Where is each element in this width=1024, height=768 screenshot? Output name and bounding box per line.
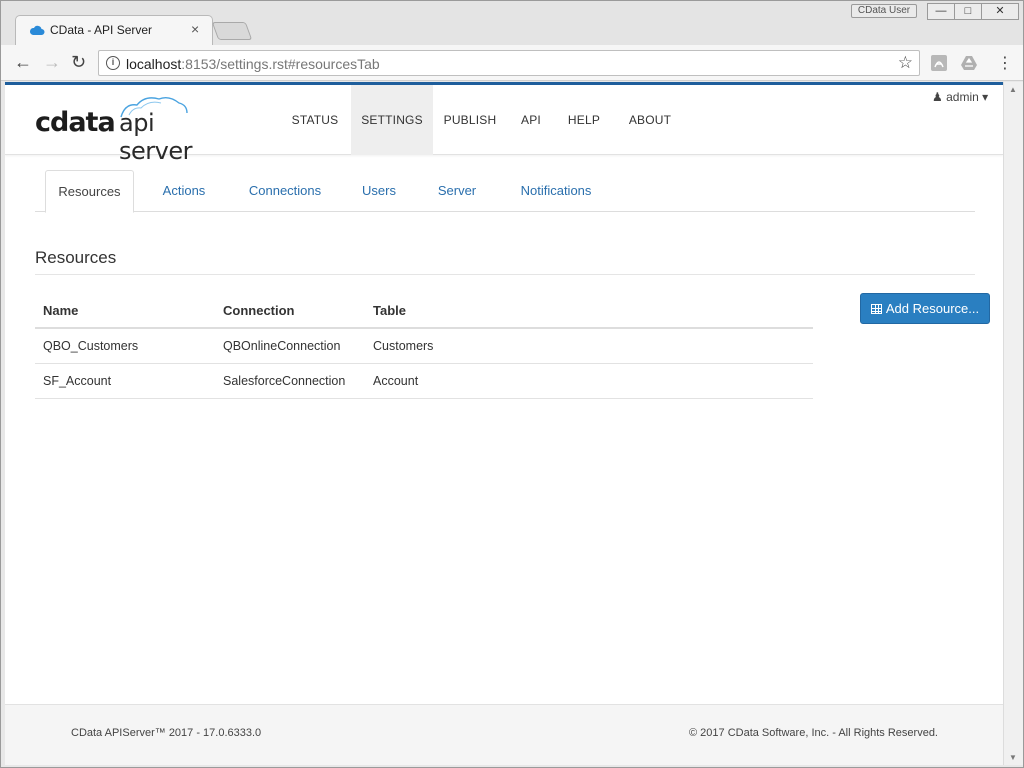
menu-icon[interactable]: ⋮ xyxy=(997,53,1013,73)
forward-icon[interactable]: → xyxy=(43,53,61,71)
caret-down-icon: ▾ xyxy=(982,90,989,104)
tab-resources[interactable]: Resources xyxy=(45,170,134,213)
tab-close-icon[interactable]: × xyxy=(191,21,199,37)
footer-copyright: © 2017 CData Software, Inc. - All Rights… xyxy=(689,727,938,739)
profile-badge[interactable]: CData User xyxy=(851,4,917,18)
user-menu[interactable]: ♟ admin ▾ xyxy=(932,90,988,104)
user-name: admin xyxy=(946,90,979,104)
nav-status[interactable]: STATUS xyxy=(280,85,350,155)
cell-connection: SalesforceConnection xyxy=(215,363,365,399)
cdata-logo[interactable]: cdata api server xyxy=(35,96,220,165)
cell-connection: QBOnlineConnection xyxy=(215,328,365,364)
cell-table: Account xyxy=(365,363,813,399)
page-viewport: cdata api server STATUS SETTINGS PUBLISH… xyxy=(5,82,1003,765)
window-controls: — □ ✕ xyxy=(927,3,1019,20)
user-icon: ♟ xyxy=(932,90,943,104)
pdf-extension-icon[interactable] xyxy=(930,54,948,72)
minimize-button[interactable]: — xyxy=(927,3,955,20)
section-title: Resources xyxy=(35,248,117,267)
info-icon[interactable]: i xyxy=(106,56,120,70)
new-tab-button[interactable] xyxy=(211,22,253,40)
scroll-down-icon[interactable]: ▼ xyxy=(1009,753,1017,762)
section-divider xyxy=(35,274,975,275)
vertical-scrollbar[interactable]: ▲ ▼ xyxy=(1003,82,1023,765)
add-resource-button[interactable]: Add Resource... xyxy=(860,293,990,324)
browser-tab[interactable]: CData - API Server × xyxy=(15,15,213,45)
table-row[interactable]: QBO_Customers QBOnlineConnection Custome… xyxy=(35,328,813,364)
resources-table: Name Connection Table QBO_Customers QBOn… xyxy=(35,294,813,399)
nav-about[interactable]: ABOUT xyxy=(625,85,675,155)
tab-title: CData - API Server xyxy=(50,23,153,37)
logo-product: api server xyxy=(119,109,192,165)
settings-tabs: Resources Actions Connections Users Serv… xyxy=(35,170,975,213)
logo-brand: cdata xyxy=(35,107,116,138)
column-header-connection[interactable]: Connection xyxy=(215,294,365,329)
cdata-cloud-icon xyxy=(29,25,45,35)
reload-icon[interactable]: ↻ xyxy=(71,53,86,71)
title-bar: CData - API Server × CData User — □ ✕ xyxy=(1,1,1023,45)
nav-api[interactable]: API xyxy=(515,85,547,155)
app-header: cdata api server STATUS SETTINGS PUBLISH… xyxy=(5,85,1003,165)
column-header-name[interactable]: Name xyxy=(35,294,215,329)
nav-help[interactable]: HELP xyxy=(565,85,603,155)
tab-notifications[interactable]: Notifications xyxy=(513,170,599,212)
url-text[interactable]: localhost:8153/settings.rst#resourcesTab xyxy=(126,56,380,72)
table-header-row: Name Connection Table xyxy=(35,294,813,329)
tab-actions[interactable]: Actions xyxy=(150,170,218,212)
nav-settings[interactable]: SETTINGS xyxy=(351,85,433,155)
scroll-up-icon[interactable]: ▲ xyxy=(1009,85,1017,94)
maximize-button[interactable]: □ xyxy=(954,3,982,20)
cell-name[interactable]: QBO_Customers xyxy=(35,328,215,364)
tab-users[interactable]: Users xyxy=(357,170,401,212)
back-icon[interactable]: ← xyxy=(14,53,32,71)
tab-connections[interactable]: Connections xyxy=(239,170,331,212)
add-resource-label: Add Resource... xyxy=(885,301,980,316)
address-bar[interactable]: i localhost:8153/settings.rst#resourcesT… xyxy=(98,50,920,76)
nav-publish[interactable]: PUBLISH xyxy=(438,85,502,155)
page-footer: CData APIServer™ 2017 - 17.0.6333.0 © 20… xyxy=(5,704,1003,765)
footer-version: CData APIServer™ 2017 - 17.0.6333.0 xyxy=(71,727,262,739)
browser-window: CData - API Server × CData User — □ ✕ ← … xyxy=(0,0,1024,768)
browser-toolbar: ← → ↻ i localhost:8153/settings.rst#reso… xyxy=(1,45,1023,81)
drive-extension-icon[interactable] xyxy=(960,54,978,72)
table-row[interactable]: SF_Account SalesforceConnection Account xyxy=(35,363,813,399)
tab-server[interactable]: Server xyxy=(432,170,482,212)
table-grid-icon xyxy=(870,304,882,314)
column-header-table[interactable]: Table xyxy=(365,294,813,329)
cell-name[interactable]: SF_Account xyxy=(35,363,215,399)
star-icon[interactable]: ☆ xyxy=(898,53,913,73)
close-window-button[interactable]: ✕ xyxy=(981,3,1019,20)
cell-table: Customers xyxy=(365,328,813,364)
